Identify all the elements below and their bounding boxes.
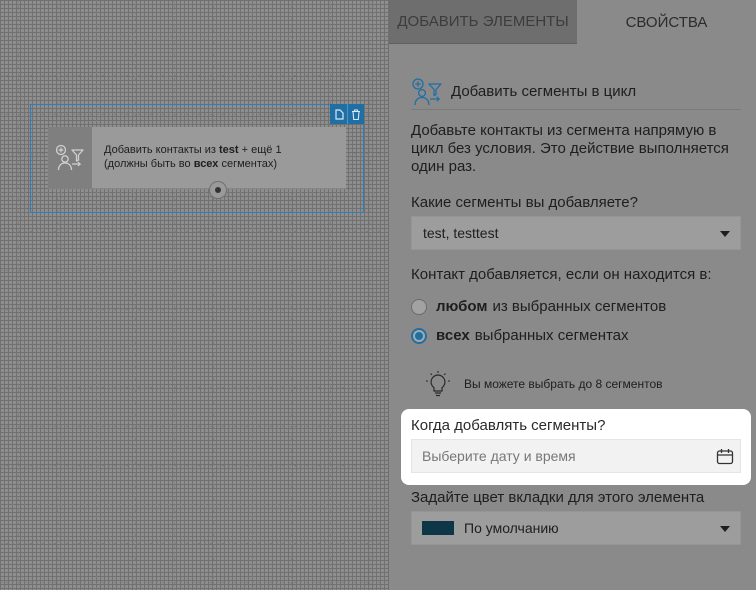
grid-line — [0, 426, 388, 427]
grid-line — [0, 348, 388, 349]
node-description: Добавить контакты из test + ещё 1 (должн… — [92, 127, 282, 188]
chevron-down-icon — [720, 526, 730, 532]
grid-line — [96, 0, 97, 590]
segments-select[interactable]: test, testtest — [411, 216, 741, 250]
grid-line — [57, 0, 58, 590]
radio-label: выбранных сегментах — [474, 327, 629, 344]
color-swatch — [422, 521, 454, 535]
hint-row: Вы можете выбрать до 8 сегментов — [425, 370, 663, 398]
copy-node-button[interactable] — [330, 104, 347, 124]
section-title: Добавить сегменты в цикл — [451, 83, 637, 100]
node-icon-box — [48, 127, 92, 189]
hint-text: Вы можете выбрать до 8 сегментов — [464, 377, 663, 391]
grid-line — [0, 465, 388, 466]
panel-tabs: ДОБАВИТЬ ЭЛЕМЕНТЫ СВОЙСТВА — [389, 0, 756, 44]
grid-line — [0, 543, 388, 544]
contact-condition-label: Контакт добавляется, если он находится в… — [411, 266, 712, 283]
grid-line — [18, 0, 19, 590]
grid-line — [0, 231, 388, 232]
selected-node-frame[interactable]: Добавить контакты из test + ещё 1 (должн… — [30, 104, 364, 213]
date-question-label: Когда добавлять сегменты? — [411, 417, 606, 434]
date-time-input[interactable]: Выберите дату и время — [411, 439, 741, 473]
segment-add-icon — [55, 144, 84, 171]
chevron-down-icon — [720, 231, 730, 237]
copy-icon — [334, 108, 344, 120]
date-placeholder: Выберите дату и время — [422, 448, 576, 464]
grid-line — [369, 0, 370, 590]
grid-line — [0, 582, 388, 583]
add-segments-node[interactable]: Добавить контакты из test + ещё 1 (должн… — [48, 127, 346, 189]
segments-select-value: test, testtest — [423, 225, 499, 241]
radio-label-bold: любом — [436, 298, 488, 315]
radio-label: из выбранных сегментов — [492, 298, 667, 315]
grid-line — [135, 0, 136, 590]
node-text-part: + ещё 1 — [238, 144, 282, 156]
tab-color-value: По умолчанию — [464, 520, 559, 536]
grid-line — [0, 270, 388, 271]
node-text-part: (должны быть во — [104, 158, 194, 170]
grid-line — [174, 0, 175, 590]
segments-question-label: Какие сегменты вы добавляете? — [411, 194, 638, 211]
workflow-canvas[interactable]: Добавить контакты из test + ещё 1 (должн… — [0, 0, 388, 590]
grid-line — [0, 387, 388, 388]
radio-option-any[interactable]: любом из выбранных сегментов — [411, 298, 666, 315]
grid-line — [213, 0, 214, 590]
calendar-icon[interactable] — [716, 448, 734, 465]
trash-icon — [352, 108, 360, 120]
grid-line — [252, 0, 253, 590]
delete-node-button[interactable] — [347, 104, 364, 124]
node-segment-name: test — [219, 144, 239, 156]
grid-line — [330, 0, 331, 590]
tab-color-select[interactable]: По умолчанию — [411, 511, 741, 545]
section-header: Добавить сегменты в цикл — [411, 74, 741, 110]
lightbulb-icon — [426, 371, 450, 397]
node-toolbar — [330, 104, 364, 124]
node-text-part: Добавить контакты из — [104, 144, 220, 156]
radio-option-all[interactable]: всех выбранных сегментах — [411, 327, 629, 344]
segment-add-icon — [412, 77, 442, 105]
tab-color-label: Задайте цвет вкладки для этого элемента — [411, 489, 705, 506]
radio-button-checked[interactable] — [411, 327, 427, 344]
radio-button[interactable] — [411, 298, 427, 315]
radio-label-bold: всех — [436, 327, 470, 344]
grid-line — [0, 36, 388, 37]
date-picker-highlight: Когда добавлять сегменты? Выберите дату … — [401, 409, 751, 485]
grid-line — [0, 75, 388, 76]
node-output-connector[interactable] — [209, 181, 227, 199]
properties-panel: ДОБАВИТЬ ЭЛЕМЕНТЫ СВОЙСТВА Добавить сегм… — [388, 0, 756, 590]
node-text-bold: всех — [193, 158, 219, 170]
grid-line — [291, 0, 292, 590]
tab-add-elements[interactable]: ДОБАВИТЬ ЭЛЕМЕНТЫ — [389, 0, 577, 44]
grid-line — [0, 309, 388, 310]
grid-line — [0, 504, 388, 505]
action-description: Добавьте контакты из сегмента напрямую в… — [411, 122, 729, 175]
node-text-part: сегментах) — [218, 158, 278, 170]
tab-properties[interactable]: СВОЙСТВА — [577, 0, 756, 44]
